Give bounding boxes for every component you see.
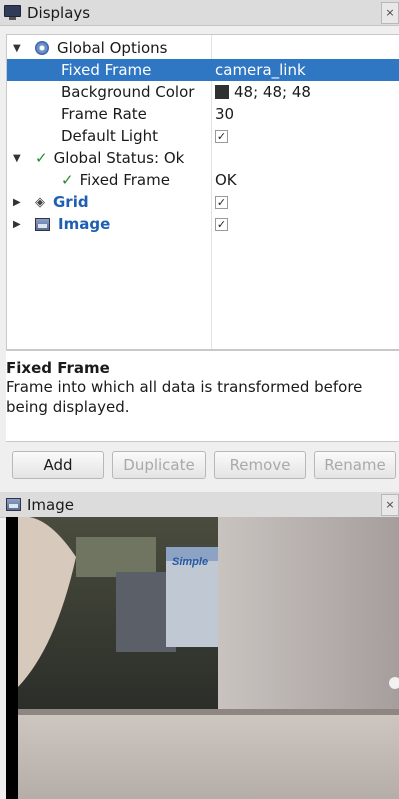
tree-row-background-color[interactable]: Background Color 48; 48; 48 <box>7 81 399 103</box>
image-enabled-checkbox[interactable]: ✓ <box>215 217 228 231</box>
image-panel-icon <box>6 498 21 511</box>
displays-panel-title: Displays <box>27 3 91 22</box>
tree-row-frame-rate[interactable]: Frame Rate 30 <box>7 103 399 125</box>
global-options-label: Global Options <box>57 39 168 57</box>
rename-button[interactable]: Rename <box>314 451 396 479</box>
monitor-icon <box>4 4 21 21</box>
remove-button[interactable]: Remove <box>214 451 306 479</box>
frame-rate-label: Frame Rate <box>61 105 147 123</box>
image-panel-title: Image <box>27 495 74 514</box>
displays-panel-header: Displays × <box>0 0 399 26</box>
camera-feed-image: Simple <box>18 517 399 799</box>
collapse-arrow-icon[interactable]: ▶ <box>13 219 21 230</box>
close-icon[interactable]: × <box>381 494 399 516</box>
description-title: Fixed Frame <box>6 359 110 377</box>
global-status-label: Global Status: Ok <box>53 149 185 167</box>
image-panel-header: Image × <box>0 492 399 518</box>
check-icon: ✓ <box>61 171 74 189</box>
grid-display-label: Grid <box>53 193 89 211</box>
close-icon[interactable]: × <box>381 2 399 24</box>
tree-row-status-fixed-frame[interactable]: ✓ Fixed Frame OK <box>7 169 399 191</box>
tree-row-image[interactable]: ▶ Image ✓ <box>7 213 399 235</box>
fixed-frame-value[interactable]: camera_link <box>215 61 306 79</box>
description-line-2: being displayed. <box>6 398 130 416</box>
color-swatch[interactable] <box>215 85 229 99</box>
background-color-text: 48; 48; 48 <box>234 83 311 101</box>
frame-rate-value[interactable]: 30 <box>215 105 234 123</box>
background-color-label: Background Color <box>61 83 195 101</box>
camera-image-view[interactable]: Simple <box>6 517 399 799</box>
box-brand-text: Simple <box>172 556 208 568</box>
tree-row-global-options[interactable]: ▼ Global Options <box>7 37 399 59</box>
fixed-frame-label: Fixed Frame <box>61 61 152 79</box>
collapse-arrow-icon[interactable]: ▶ <box>13 197 21 208</box>
duplicate-button[interactable]: Duplicate <box>112 451 206 479</box>
expand-arrow-icon[interactable]: ▼ <box>13 43 21 54</box>
default-light-label: Default Light <box>61 127 159 145</box>
displays-tree[interactable]: ▼ Global Options Fixed Frame camera_link… <box>6 34 399 350</box>
status-fixed-frame-value: OK <box>215 171 237 189</box>
property-description: Fixed Frame Frame into which all data is… <box>6 350 399 442</box>
image-display-label: Image <box>58 215 111 233</box>
tree-row-grid[interactable]: ▶ ◈ Grid ✓ <box>7 191 399 213</box>
image-icon <box>35 217 50 231</box>
tree-row-default-light[interactable]: Default Light ✓ <box>7 125 399 147</box>
gear-icon <box>35 41 49 55</box>
background-color-value[interactable]: 48; 48; 48 <box>215 83 311 101</box>
add-button[interactable]: Add <box>12 451 104 479</box>
status-fixed-frame-label: Fixed Frame <box>79 171 170 189</box>
check-icon: ✓ <box>35 149 48 167</box>
grid-enabled-checkbox[interactable]: ✓ <box>215 195 228 209</box>
grid-icon: ◈ <box>35 194 45 210</box>
expand-arrow-icon[interactable]: ▼ <box>13 153 21 164</box>
description-line-1: Frame into which all data is transformed… <box>6 378 363 396</box>
default-light-checkbox[interactable]: ✓ <box>215 129 228 143</box>
tree-row-global-status[interactable]: ▼ ✓ Global Status: Ok <box>7 147 399 169</box>
tree-row-fixed-frame[interactable]: Fixed Frame camera_link <box>7 59 399 81</box>
